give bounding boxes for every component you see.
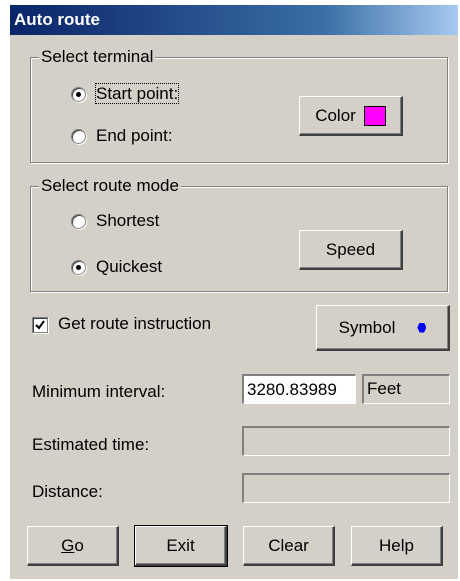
symbol-preview-icon (417, 322, 427, 333)
estimated-time-field (242, 426, 450, 456)
go-button[interactable]: Go (27, 526, 119, 566)
select-route-mode-group: Select route mode Shortest Quickest Spee… (30, 176, 448, 292)
quickest-radio-indicator[interactable] (71, 260, 86, 276)
shortest-label: Shortest (96, 211, 160, 230)
estimated-time-label: Estimated time: (32, 435, 150, 454)
color-button-label: Color (315, 105, 356, 125)
distance-label: Distance: (32, 482, 103, 501)
shortest-radio-indicator[interactable] (71, 214, 86, 230)
minimum-interval-unit: Feet (362, 374, 450, 404)
exit-button[interactable]: Exit (134, 525, 228, 567)
go-button-label-rest: o (74, 535, 84, 555)
distance-field (242, 473, 450, 503)
speed-button-label: Speed (325, 239, 376, 259)
auto-route-dialog: Auto route Select terminal Start point: … (10, 5, 458, 579)
get-route-instruction-label: Get route instruction (58, 314, 212, 333)
quickest-label: Quickest (96, 257, 163, 276)
go-accel-key: G (61, 535, 75, 555)
get-route-instruction-checkbox[interactable]: Get route instruction (32, 312, 211, 336)
color-button[interactable]: Color (299, 96, 403, 136)
start-point-radio[interactable]: Start point: (71, 82, 180, 106)
minimum-interval-label: Minimum interval: (32, 382, 166, 401)
end-point-radio[interactable]: End point: (71, 124, 173, 148)
help-button-label: Help (379, 535, 414, 555)
symbol-button[interactable]: Symbol (316, 305, 450, 351)
get-route-instruction-check[interactable] (32, 316, 48, 333)
exit-button-label: Exit (166, 535, 195, 555)
color-swatch (363, 105, 386, 126)
select-terminal-group: Select terminal Start point: End point: … (30, 47, 448, 163)
checkmark-icon (35, 319, 45, 330)
start-point-radio-indicator[interactable] (71, 87, 86, 103)
speed-button[interactable]: Speed (299, 230, 403, 270)
quickest-radio[interactable]: Quickest (71, 255, 162, 279)
start-point-label: Start point: (94, 83, 180, 104)
symbol-button-label: Symbol (338, 317, 396, 337)
help-button[interactable]: Help (351, 526, 443, 566)
end-point-label: End point: (96, 126, 173, 145)
minimum-interval-input[interactable] (242, 374, 356, 404)
clear-button-label: Clear (268, 535, 309, 555)
end-point-radio-indicator[interactable] (71, 129, 86, 145)
shortest-radio[interactable]: Shortest (71, 209, 159, 233)
select-route-mode-label: Select route mode (39, 176, 181, 196)
window-title[interactable]: Auto route (10, 5, 458, 35)
go-button-label: Go (61, 536, 84, 556)
clear-button[interactable]: Clear (243, 526, 335, 566)
select-terminal-label: Select terminal (39, 47, 156, 67)
